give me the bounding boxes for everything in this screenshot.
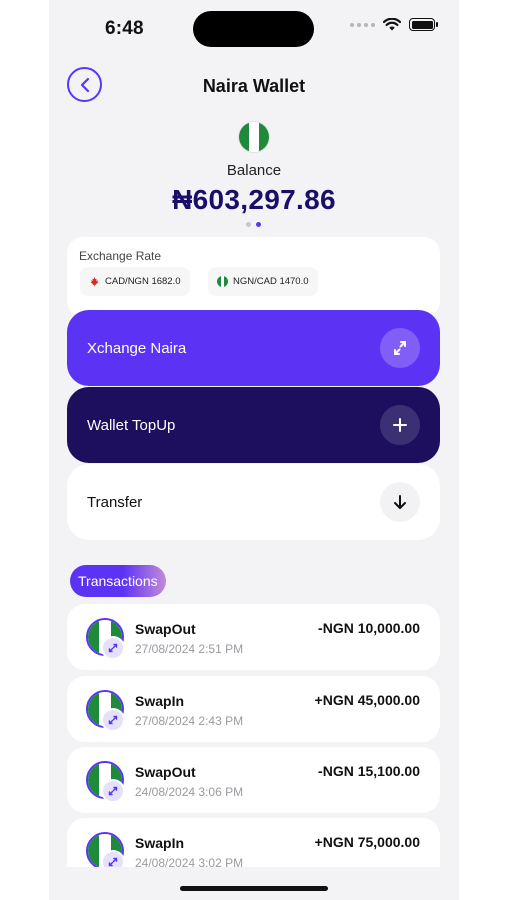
nigeria-flag-icon: [238, 121, 270, 153]
transaction-type: SwapIn: [135, 835, 185, 851]
swap-icon: [101, 850, 125, 867]
home-indicator[interactable]: [180, 886, 328, 891]
swap-icon: [380, 328, 420, 368]
rate-chip-label: NGN/CAD 1470.0: [233, 276, 309, 287]
transactions-tab[interactable]: Transactions: [70, 565, 166, 597]
rate-chip-ngn-cad: NGN/CAD 1470.0: [208, 267, 318, 296]
exchange-rate-title: Exchange Rate: [79, 249, 162, 263]
transaction-type: SwapOut: [135, 764, 196, 780]
wallet-topup-button[interactable]: Wallet TopUp: [67, 387, 440, 463]
transfer-label: Transfer: [87, 493, 143, 511]
plus-icon: [380, 405, 420, 445]
transaction-date: 24/08/2024 3:06 PM: [135, 785, 244, 799]
transaction-amount: +NGN 45,000.00: [314, 692, 420, 708]
transaction-amount: +NGN 75,000.00: [314, 834, 420, 850]
transactions-list[interactable]: SwapOut 27/08/2024 2:51 PM -NGN 10,000.0…: [67, 604, 440, 867]
rate-chip-cad-ngn: CAD/NGN 1682.0: [80, 267, 190, 296]
swap-icon: [101, 708, 125, 732]
rate-chip-label: CAD/NGN 1682.0: [105, 276, 181, 287]
transaction-date: 24/08/2024 3:02 PM: [135, 856, 244, 867]
transaction-amount: -NGN 10,000.00: [318, 620, 420, 636]
transfer-button[interactable]: Transfer: [67, 464, 440, 540]
signal-icon: [350, 22, 375, 27]
swap-icon: [101, 636, 125, 660]
page-dot: [246, 222, 251, 227]
xchange-naira-label: Xchange Naira: [87, 339, 187, 357]
transaction-amount: -NGN 15,100.00: [318, 763, 420, 779]
transaction-type: SwapOut: [135, 621, 196, 637]
canada-flag-icon: [90, 277, 99, 287]
battery-icon: [409, 18, 438, 31]
balance-label: Balance: [226, 162, 282, 179]
transaction-type: SwapIn: [135, 693, 185, 709]
page-dot-active: [256, 222, 261, 227]
wifi-icon: [383, 18, 401, 31]
balance-amount: ₦603,297.86: [172, 184, 336, 215]
transaction-row[interactable]: SwapOut 24/08/2024 3:06 PM -NGN 15,100.0…: [67, 747, 440, 813]
page-title: Naira Wallet: [202, 76, 306, 96]
transaction-row[interactable]: SwapIn 24/08/2024 3:02 PM +NGN 75,000.00: [67, 818, 440, 867]
xchange-naira-button[interactable]: Xchange Naira: [67, 310, 440, 386]
arrow-down-icon: [380, 482, 420, 522]
nigeria-flag-icon: [217, 276, 228, 287]
phone-screen: 6:48 Naira Wallet Balance ₦603,297.86 Ex…: [49, 0, 459, 900]
wallet-topup-label: Wallet TopUp: [87, 416, 176, 434]
transaction-date: 27/08/2024 2:43 PM: [135, 714, 244, 728]
swap-icon: [101, 779, 125, 803]
transaction-date: 27/08/2024 2:51 PM: [135, 642, 244, 656]
exchange-rate-card: Exchange Rate CAD/NGN 1682.0 NGN/CAD 147…: [67, 237, 440, 317]
status-time: 6:48: [105, 18, 144, 39]
page-indicator: [246, 222, 261, 227]
transaction-row[interactable]: SwapOut 27/08/2024 2:51 PM -NGN 10,000.0…: [67, 604, 440, 670]
dynamic-island: [193, 11, 314, 47]
transaction-row[interactable]: SwapIn 27/08/2024 2:43 PM +NGN 45,000.00: [67, 676, 440, 742]
status-icons: [350, 18, 438, 31]
